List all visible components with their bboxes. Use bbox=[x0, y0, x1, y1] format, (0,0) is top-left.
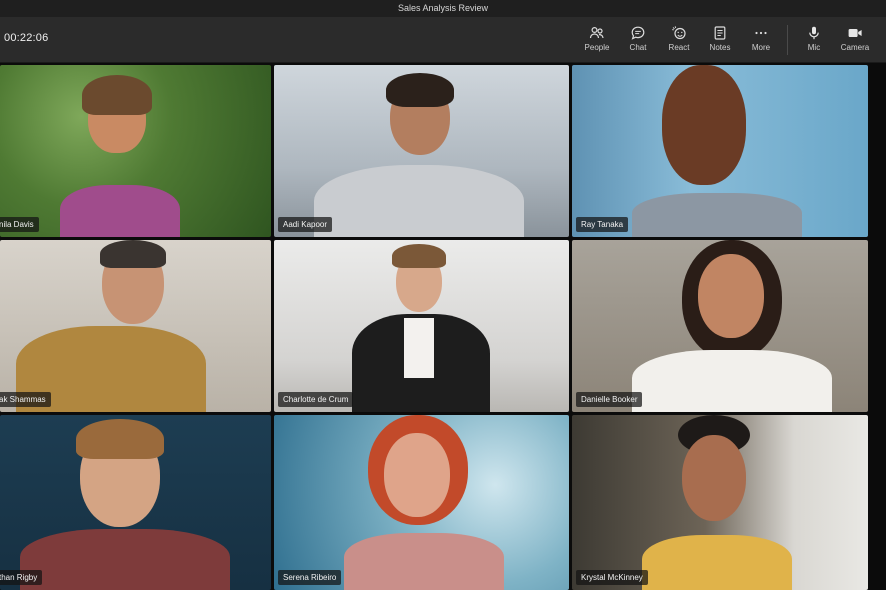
more-button-label: More bbox=[751, 43, 771, 52]
mic-button-label: Mic bbox=[807, 43, 821, 52]
participant-video bbox=[346, 244, 496, 412]
camera-button[interactable]: Camera bbox=[837, 23, 873, 57]
toolbar-divider bbox=[787, 25, 788, 55]
camera-button-label: Camera bbox=[840, 43, 870, 52]
video-grid: nila Davis Aadi Kapoor Ray Tanaka ak Sha… bbox=[0, 65, 886, 590]
chat-button-label: Chat bbox=[629, 43, 647, 52]
participant-name: Charlotte de Crum bbox=[278, 392, 354, 407]
participant-avatar bbox=[60, 75, 180, 237]
participant-tile[interactable]: ak Shammas bbox=[0, 240, 271, 412]
participant-name: Ray Tanaka bbox=[576, 217, 629, 232]
meeting-title: Sales Analysis Review bbox=[397, 3, 489, 13]
people-button-label: People bbox=[584, 43, 610, 52]
mic-icon bbox=[796, 23, 832, 43]
react-icon bbox=[661, 23, 697, 43]
people-button[interactable]: People bbox=[579, 23, 615, 57]
participant-name: Serena Ribeiro bbox=[278, 570, 342, 585]
notes-button[interactable]: Notes bbox=[702, 23, 738, 57]
participant-avatar bbox=[632, 65, 802, 237]
participant-video bbox=[632, 240, 832, 412]
notes-button-label: Notes bbox=[709, 43, 731, 52]
chat-button[interactable]: Chat bbox=[620, 23, 656, 57]
participant-name: than Rigby bbox=[0, 570, 43, 585]
participant-video bbox=[16, 240, 206, 412]
notes-icon bbox=[702, 23, 738, 43]
window-titlebar: Sales Analysis Review bbox=[0, 0, 886, 17]
chat-icon bbox=[620, 23, 656, 43]
mic-button[interactable]: Mic bbox=[796, 23, 832, 57]
participant-name: ak Shammas bbox=[0, 392, 51, 407]
participant-name: nila Davis bbox=[0, 217, 39, 232]
more-icon bbox=[743, 23, 779, 43]
participant-avatar bbox=[344, 415, 514, 590]
more-button[interactable]: More bbox=[743, 23, 779, 57]
participant-tile[interactable]: Aadi Kapoor bbox=[274, 65, 569, 237]
react-button-label: React bbox=[668, 43, 690, 52]
participant-video bbox=[314, 73, 524, 237]
meeting-timer: 00:22:06 bbox=[4, 32, 49, 44]
participant-tile[interactable]: Ray Tanaka bbox=[572, 65, 868, 237]
people-icon bbox=[579, 23, 615, 43]
participant-video bbox=[20, 419, 230, 590]
camera-icon bbox=[837, 23, 873, 43]
react-button[interactable]: React bbox=[661, 23, 697, 57]
participant-avatar bbox=[642, 415, 792, 590]
participant-name: Danielle Booker bbox=[576, 392, 643, 407]
meeting-toolbar: 00:22:06 People Chat React Notes More Mi… bbox=[0, 17, 886, 63]
participant-name: Aadi Kapoor bbox=[278, 217, 333, 232]
participant-tile[interactable]: Serena Ribeiro bbox=[274, 415, 569, 590]
participant-tile[interactable]: Krystal McKinney bbox=[572, 415, 868, 590]
participant-tile[interactable]: than Rigby bbox=[0, 415, 271, 590]
participant-tile[interactable]: Charlotte de Crum bbox=[274, 240, 569, 412]
participant-name: Krystal McKinney bbox=[576, 570, 648, 585]
participant-tile[interactable]: Danielle Booker bbox=[572, 240, 868, 412]
participant-tile[interactable]: nila Davis bbox=[0, 65, 271, 237]
